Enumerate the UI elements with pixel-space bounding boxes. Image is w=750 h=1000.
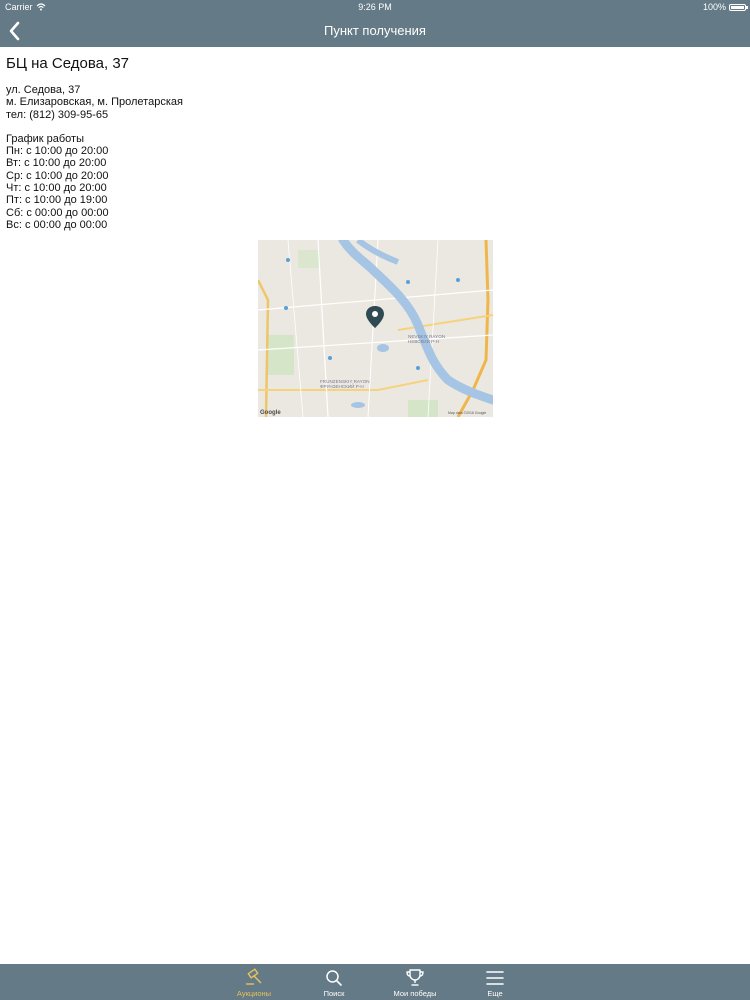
location-map[interactable]: NEVSKIY RAYON НЕВСКИЙ Р-Н FRUNZENSKIY RA…	[258, 240, 493, 417]
navigation-bar: Пункт получения	[0, 14, 750, 47]
schedule-day-thu: Чт: с 10:00 до 20:00	[6, 182, 107, 195]
status-time: 9:26 PM	[358, 2, 392, 12]
schedule-day-mon: Пн: с 10:00 до 20:00	[6, 145, 109, 158]
location-name: БЦ на Седова, 37	[6, 55, 130, 72]
map-district-label-ru: НЕВСКИЙ Р-Н	[408, 337, 439, 344]
metro-line: м. Елизаровская, м. Пролетарская	[6, 96, 183, 109]
schedule-day-wed: Ср: с 10:00 до 20:00	[6, 169, 109, 182]
tab-search[interactable]: Поиск	[299, 964, 369, 1000]
schedule-day-sat: Сб: с 00:00 до 00:00	[6, 206, 109, 219]
address-line: ул. Седова, 37	[6, 84, 81, 96]
status-bar: Carrier 9:26 PM 100%	[0, 0, 750, 14]
map-attribution: Map data ©2016 Google	[448, 411, 486, 415]
battery-label: 100%	[702, 2, 726, 12]
tab-my-wins[interactable]: Мои победы	[380, 964, 450, 1000]
page-title: Пункт получения	[324, 23, 426, 38]
battery-icon	[729, 3, 748, 11]
search-icon	[326, 970, 342, 986]
schedule-day-fri: Пт: с 10:00 до 19:00	[6, 194, 108, 207]
gavel-icon	[246, 968, 262, 985]
trophy-icon	[406, 969, 424, 986]
tab-more[interactable]: Еще	[460, 964, 530, 1000]
pickup-point-details: БЦ на Седова, 37 ул. Седова, 37 м. Елиза…	[6, 55, 726, 231]
map-image: NEVSKIY RAYON НЕВСКИЙ Р-Н FRUNZENSKIY RA…	[258, 240, 493, 417]
phone-line[interactable]: тел: (812) 309-95-65	[6, 109, 726, 121]
schedule-day-sun: Вс: с 00:00 до 00:00	[6, 218, 108, 231]
schedule-heading: График работы	[6, 132, 84, 145]
tab-my-wins-label: Мои победы	[393, 989, 437, 998]
menu-icon	[486, 971, 504, 985]
tab-auctions-label: Аукционы	[236, 989, 272, 998]
tab-bar: Аукционы Поиск Мои победы Еще	[0, 964, 750, 1000]
tab-search-label: Поиск	[323, 989, 345, 998]
tab-more-label: Еще	[487, 989, 503, 998]
status-right: 100%	[702, 0, 748, 14]
schedule-day-tue: Вт: с 10:00 до 20:00	[6, 157, 107, 170]
map-district2-label-ru: ФРУНЗЕНСКИЙ Р-Н	[320, 382, 364, 389]
tab-auctions[interactable]: Аукционы	[219, 964, 289, 1000]
google-logo: Google	[260, 410, 281, 416]
